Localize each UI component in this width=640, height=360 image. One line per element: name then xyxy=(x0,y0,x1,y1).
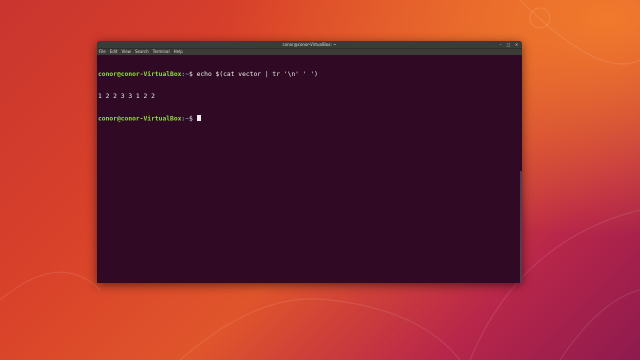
cursor xyxy=(196,114,201,122)
maximize-icon[interactable]: □ xyxy=(506,42,511,47)
output-text: 1 2 2 3 3 1 2 2 xyxy=(98,93,155,100)
menubar: File Edit View Search Terminal Help xyxy=(97,48,522,55)
close-icon[interactable]: ✕ xyxy=(514,42,519,47)
prompt-symbol: $ xyxy=(189,71,197,79)
menu-edit[interactable]: Edit xyxy=(110,49,118,55)
prompt-symbol: $ xyxy=(189,115,197,123)
prompt-path: :~ xyxy=(181,115,189,123)
menu-view[interactable]: View xyxy=(121,49,131,55)
minimize-icon[interactable]: – xyxy=(498,42,503,47)
window-controls: – □ ✕ xyxy=(498,42,519,47)
command-text: echo $(cat vector | tr '\n' ' ') xyxy=(196,71,318,79)
prompt-user: conor@conor-VirtualBox xyxy=(98,71,182,79)
output-line: 1 2 2 3 3 1 2 2 xyxy=(98,93,521,100)
menu-help[interactable]: Help xyxy=(174,49,183,55)
scrollbar[interactable] xyxy=(520,171,522,283)
window-title: conor@conor-VirtualBox: ~ xyxy=(282,42,337,47)
command-line: conor@conor-VirtualBox:~$ xyxy=(98,114,521,123)
titlebar[interactable]: conor@conor-VirtualBox: ~ – □ ✕ xyxy=(97,41,522,48)
menu-search[interactable]: Search xyxy=(135,49,149,55)
prompt-user: conor@conor-VirtualBox xyxy=(98,115,182,123)
command-line: conor@conor-VirtualBox:~$ echo $(cat vec… xyxy=(98,71,521,78)
prompt-path: :~ xyxy=(181,71,189,79)
menu-terminal[interactable]: Terminal xyxy=(153,49,170,55)
terminal-output[interactable]: conor@conor-VirtualBox:~$ echo $(cat vec… xyxy=(97,55,522,138)
menu-file[interactable]: File xyxy=(99,49,106,55)
terminal-window[interactable]: conor@conor-VirtualBox: ~ – □ ✕ File Edi… xyxy=(97,41,522,283)
